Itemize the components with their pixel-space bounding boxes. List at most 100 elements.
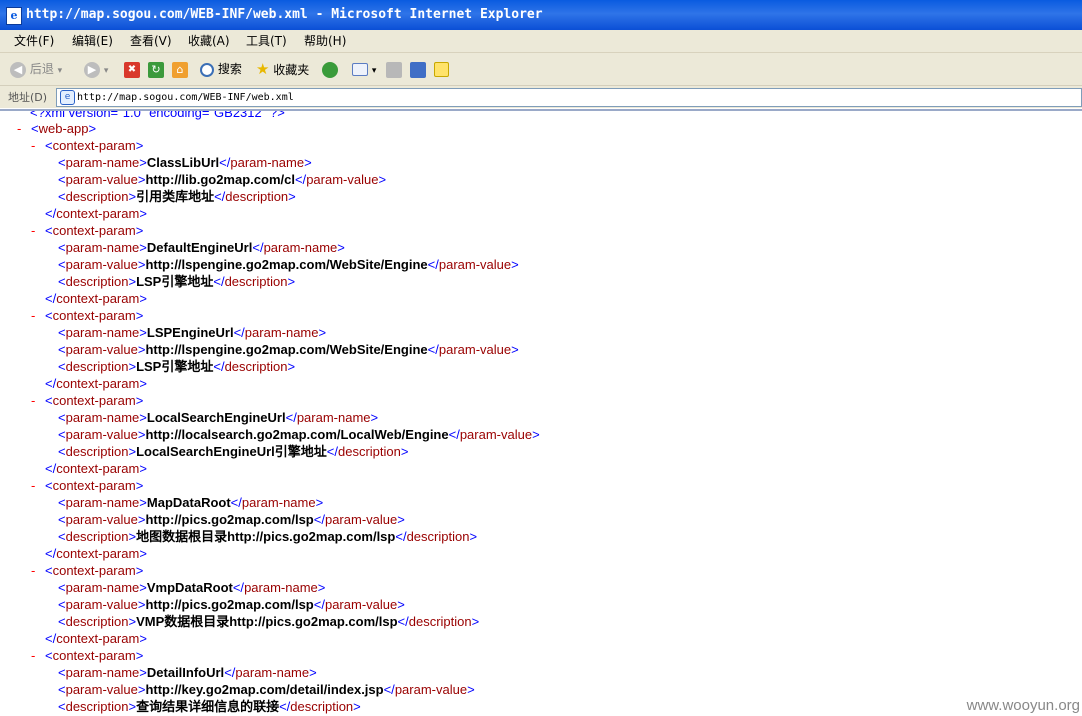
param-value-line: <param-value>http://pics.go2map.com/lsp<…	[58, 597, 405, 612]
param-value-text: http://localsearch.go2map.com/LocalWeb/E…	[145, 427, 449, 442]
param-name-line: <param-name>VmpDataRoot</param-name>	[58, 580, 326, 595]
menu-edit[interactable]: 编辑(E)	[70, 30, 115, 52]
param-name-text: DetailInfoUrl	[146, 665, 225, 680]
stop-button[interactable]: ✖	[124, 59, 140, 79]
print-icon	[386, 61, 402, 78]
edit-button[interactable]	[410, 59, 426, 79]
description-text: 引用类库地址	[136, 189, 215, 204]
description-line: <description>查询结果详细信息的联接</description>	[58, 699, 361, 714]
stop-icon: ✖	[124, 61, 140, 78]
param-value-line: <param-value>http://pics.go2map.com/lsp<…	[58, 512, 405, 527]
collapse-toggle[interactable]: -	[31, 222, 35, 239]
xml-viewer: <?xml version="1.0" encoding="GB2312" ?>…	[0, 109, 1082, 716]
description-line: <description>引用类库地址</description>	[58, 189, 296, 204]
description-line: <description>LSP引擎地址</description>	[58, 359, 296, 374]
description-line: <description>VMP数据根目录http://pics.go2map.…	[58, 614, 480, 629]
address-label: 地址(D)	[8, 91, 48, 104]
watermark: www.wooyun.org	[966, 697, 1080, 714]
mail-icon	[352, 63, 368, 76]
print-button[interactable]	[386, 59, 402, 79]
address-input[interactable]: e http://map.sogou.com/WEB-INF/web.xml	[56, 88, 1082, 107]
param-value-text: http://pics.go2map.com/lsp	[145, 597, 314, 612]
edit-icon	[410, 61, 426, 78]
description-text: LSP引擎地址	[136, 274, 214, 289]
search-icon	[200, 62, 214, 77]
description-text: 查询结果详细信息的联接	[136, 699, 280, 714]
context-param-close: </context-param>	[45, 206, 147, 221]
collapse-toggle[interactable]: -	[17, 120, 21, 137]
context-param-close: </context-param>	[45, 461, 147, 476]
param-value-text: http://lspengine.go2map.com/WebSite/Engi…	[145, 342, 428, 357]
back-label: 后退	[29, 62, 54, 76]
collapse-toggle[interactable]: -	[31, 137, 35, 154]
dropdown-arrow-icon: ▾	[103, 66, 109, 76]
param-name-text: VmpDataRoot	[146, 580, 233, 595]
root-tag-name: web-app	[38, 121, 89, 136]
param-name-text: LocalSearchEngineUrl	[146, 410, 286, 425]
page-icon: e	[60, 90, 75, 105]
param-value-text: http://lib.go2map.com/cl	[145, 172, 295, 187]
param-name-line: <param-name>ClassLibUrl</param-name>	[58, 155, 312, 170]
window-title: http://map.sogou.com/WEB-INF/web.xml - M…	[26, 7, 543, 22]
favorites-button[interactable]: ★ 收藏夹	[256, 59, 309, 79]
context-param-close: </context-param>	[45, 546, 147, 561]
back-arrow-icon: ◀	[10, 61, 26, 78]
home-button[interactable]: ⌂	[172, 59, 188, 79]
description-text: 地图数据根目录http://pics.go2map.com/lsp	[136, 529, 396, 544]
star-icon: ★	[256, 60, 270, 78]
ie-logo-icon: e	[6, 7, 22, 25]
param-name-text: DefaultEngineUrl	[146, 240, 253, 255]
collapse-toggle[interactable]: -	[31, 307, 35, 324]
forward-arrow-icon: ▶	[84, 61, 100, 78]
standard-toolbar: ◀ 后退 ▾ ▶ ▾ ✖ ↻ ⌂ 搜索 ★ 收藏夹 ▾	[0, 53, 1082, 86]
param-value-text: http://pics.go2map.com/lsp	[145, 512, 314, 527]
menu-tools[interactable]: 工具(T)	[244, 30, 289, 52]
param-value-line: <param-value>http://key.go2map.com/detai…	[58, 682, 475, 697]
media-button[interactable]	[322, 59, 338, 79]
param-value-line: <param-value>http://lspengine.go2map.com…	[58, 257, 519, 272]
context-param-close: </context-param>	[45, 631, 147, 646]
param-name-line: <param-name>LocalSearchEngineUrl</param-…	[58, 410, 379, 425]
title-bar: e http://map.sogou.com/WEB-INF/web.xml -…	[0, 0, 1082, 30]
description-text: LocalSearchEngineUrl引擎地址	[136, 444, 327, 459]
description-line: <description>LocalSearchEngineUrl引擎地址</d…	[58, 444, 409, 459]
description-text: LSP引擎地址	[136, 359, 214, 374]
collapse-toggle[interactable]: -	[31, 562, 35, 579]
home-icon: ⌂	[172, 61, 188, 78]
menu-help[interactable]: 帮助(H)	[302, 30, 348, 52]
refresh-button[interactable]: ↻	[148, 59, 164, 79]
param-name-line: <param-name>DetailInfoUrl</param-name>	[58, 665, 317, 680]
address-bar: 地址(D) e http://map.sogou.com/WEB-INF/web…	[0, 86, 1082, 108]
context-param-close: </context-param>	[45, 291, 147, 306]
menu-favorites[interactable]: 收藏(A)	[186, 30, 232, 52]
param-value-text: http://key.go2map.com/detail/index.jsp	[145, 682, 384, 697]
collapse-toggle[interactable]: -	[31, 647, 35, 664]
menu-view[interactable]: 查看(V)	[128, 30, 174, 52]
param-name-text: ClassLibUrl	[146, 155, 220, 170]
media-icon	[322, 61, 338, 78]
messenger-button[interactable]	[434, 59, 449, 79]
param-value-text: http://lspengine.go2map.com/WebSite/Engi…	[145, 257, 428, 272]
favorites-label: 收藏夹	[273, 63, 310, 77]
param-name-text: LSPEngineUrl	[146, 325, 234, 340]
description-text: VMP数据根目录http://pics.go2map.com/lsp	[136, 614, 398, 629]
param-name-line: <param-name>DefaultEngineUrl</param-name…	[58, 240, 345, 255]
back-button[interactable]: ◀ 后退 ▾	[10, 59, 62, 79]
dropdown-arrow-icon: ▾	[57, 66, 63, 76]
description-line: <description>LSP引擎地址</description>	[58, 274, 296, 289]
refresh-icon: ↻	[148, 61, 164, 78]
forward-button[interactable]: ▶ ▾	[84, 59, 108, 79]
collapse-toggle[interactable]: -	[31, 477, 35, 494]
search-button[interactable]: 搜索	[200, 59, 242, 79]
description-line: <description>地图数据根目录http://pics.go2map.c…	[58, 529, 478, 544]
menu-file[interactable]: 文件(F)	[12, 30, 56, 52]
param-value-line: <param-value>http://localsearch.go2map.c…	[58, 427, 540, 442]
param-value-line: <param-value>http://lib.go2map.com/cl</p…	[58, 172, 387, 187]
mail-button[interactable]: ▾	[352, 59, 376, 79]
param-name-line: <param-name>MapDataRoot</param-name>	[58, 495, 324, 510]
note-icon	[434, 62, 449, 77]
menu-bar: 文件(F) 编辑(E) 查看(V) 收藏(A) 工具(T) 帮助(H)	[0, 30, 1082, 53]
param-name-text: MapDataRoot	[146, 495, 231, 510]
search-label: 搜索	[217, 62, 242, 76]
collapse-toggle[interactable]: -	[31, 392, 35, 409]
